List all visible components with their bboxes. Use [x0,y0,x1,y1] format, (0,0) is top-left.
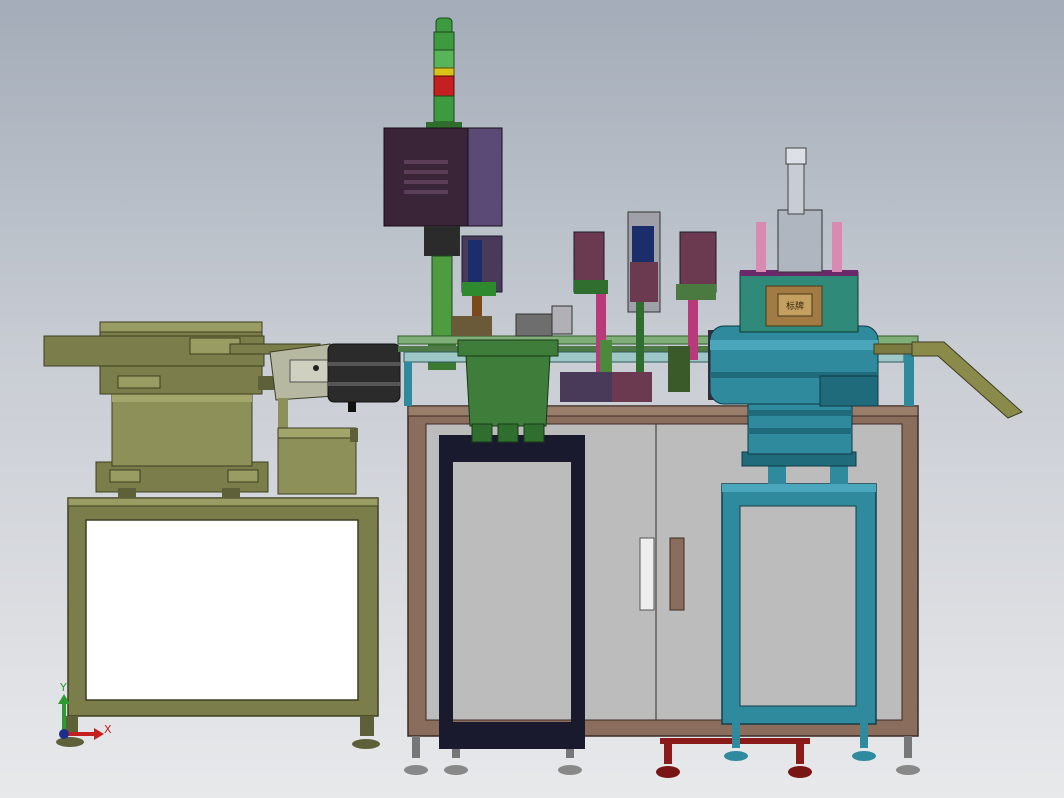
right-feeder-stand [721,483,877,761]
y-axis-label: Y [59,681,67,694]
station-2 [573,231,612,396]
black-feeder-drum [327,343,401,412]
machine-plate-text: 标牌 [786,300,804,312]
signal-tower [426,17,462,130]
cad-viewport[interactable]: 标牌 Y X [0,0,1064,798]
machine-drawing[interactable]: 标牌 Y X [0,0,1064,798]
right-feeder-top-module: 标牌 [739,147,859,333]
x-axis-label: X [104,723,112,736]
green-hopper [457,339,559,443]
linear-feeder [269,343,401,495]
left-feeder-stand [56,497,380,749]
electrical-box [383,127,503,227]
